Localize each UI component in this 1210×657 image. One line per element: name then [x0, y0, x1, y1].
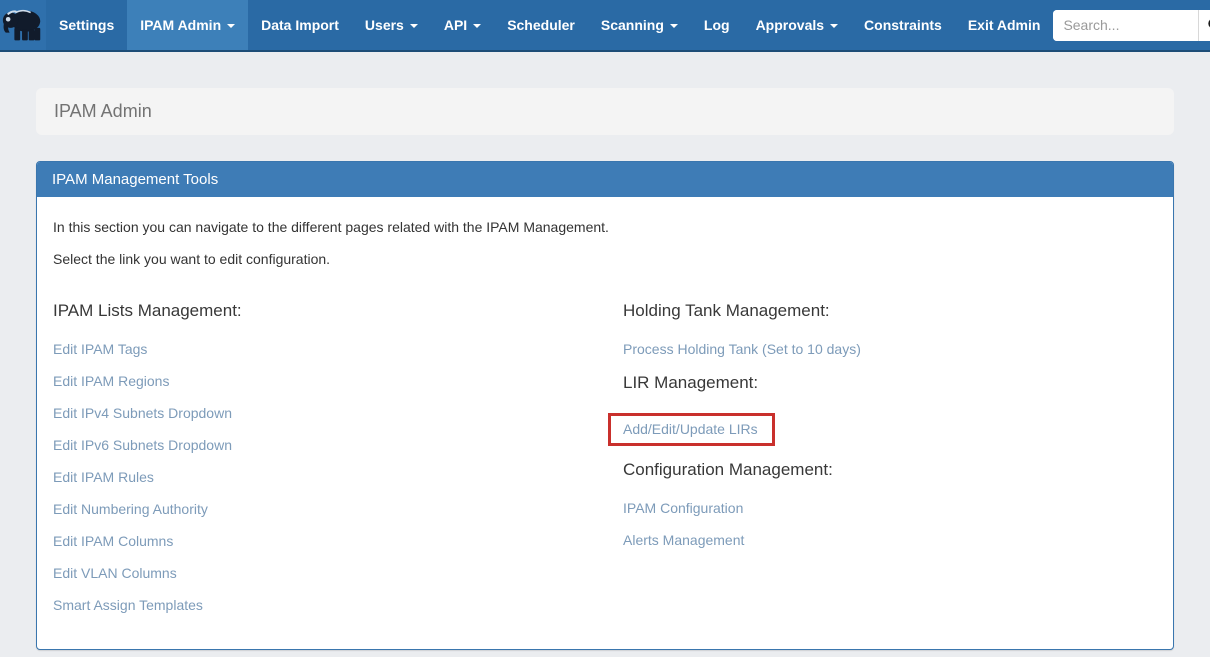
section-heading-configuration: Configuration Management: — [623, 460, 1157, 480]
nav-item-log[interactable]: Log — [691, 0, 743, 50]
caret-down-icon — [473, 24, 481, 28]
link-edit-ipam-regions[interactable]: Edit IPAM Regions — [53, 373, 169, 389]
search-button[interactable] — [1198, 10, 1210, 41]
search-input[interactable] — [1053, 10, 1198, 41]
nav-item-label: IPAM Admin — [140, 17, 221, 33]
top-navbar: Settings IPAM Admin Data Import Users AP… — [0, 0, 1210, 52]
nav-item-label: Approvals — [756, 17, 824, 33]
caret-down-icon — [227, 24, 235, 28]
ipam-lists-management-section: IPAM Lists Management: Edit IPAM Tags Ed… — [53, 301, 623, 629]
caret-down-icon — [410, 24, 418, 28]
search-group — [1053, 10, 1210, 41]
nav-item-approvals[interactable]: Approvals — [743, 0, 851, 50]
nav-item-label: Scheduler — [507, 17, 575, 33]
page-title: IPAM Admin — [54, 101, 152, 122]
panel-heading: IPAM Management Tools — [37, 162, 1173, 197]
nav-item-scanning[interactable]: Scanning — [588, 0, 691, 50]
nav-item-label: Log — [704, 17, 730, 33]
page-container: IPAM Admin IPAM Management Tools In this… — [36, 88, 1174, 650]
link-alerts-management[interactable]: Alerts Management — [623, 532, 744, 548]
nav-item-exit-admin[interactable]: Exit Admin — [955, 0, 1054, 50]
nav-item-label: Exit Admin — [968, 17, 1041, 33]
nav-item-label: Settings — [59, 17, 114, 33]
ipam-management-tools-panel: IPAM Management Tools In this section yo… — [36, 161, 1174, 650]
link-columns: IPAM Lists Management: Edit IPAM Tags Ed… — [53, 301, 1157, 629]
nav-item-label: Users — [365, 17, 404, 33]
caret-down-icon — [830, 24, 838, 28]
nav-item-users[interactable]: Users — [352, 0, 431, 50]
section-heading-ipam-lists: IPAM Lists Management: — [53, 301, 623, 321]
nav-item-settings[interactable]: Settings — [46, 0, 127, 50]
navbar-right-tools — [1053, 0, 1210, 50]
nav-item-label: Scanning — [601, 17, 664, 33]
intro-text-2: Select the link you want to edit configu… — [53, 251, 1157, 267]
right-management-sections: Holding Tank Management: Process Holding… — [623, 301, 1157, 629]
panel-body: In this section you can navigate to the … — [37, 197, 1173, 649]
nav-item-constraints[interactable]: Constraints — [851, 0, 955, 50]
link-add-edit-update-lirs[interactable]: Add/Edit/Update LIRs — [623, 421, 758, 437]
link-edit-ipam-columns[interactable]: Edit IPAM Columns — [53, 533, 173, 549]
link-edit-vlan-columns[interactable]: Edit VLAN Columns — [53, 565, 177, 581]
link-process-holding-tank[interactable]: Process Holding Tank (Set to 10 days) — [623, 341, 861, 357]
link-edit-ipam-tags[interactable]: Edit IPAM Tags — [53, 341, 147, 357]
link-smart-assign-templates[interactable]: Smart Assign Templates — [53, 597, 203, 613]
link-edit-ipv4-subnets-dropdown[interactable]: Edit IPv4 Subnets Dropdown — [53, 405, 232, 421]
link-edit-ipv6-subnets-dropdown[interactable]: Edit IPv6 Subnets Dropdown — [53, 437, 232, 453]
nav-item-label: API — [444, 17, 467, 33]
page-title-bar: IPAM Admin — [36, 88, 1174, 135]
nav-item-scheduler[interactable]: Scheduler — [494, 0, 588, 50]
nav-item-label: Data Import — [261, 17, 339, 33]
intro-text-1: In this section you can navigate to the … — [53, 219, 1157, 235]
nav-item-api[interactable]: API — [431, 0, 494, 50]
link-ipam-configuration[interactable]: IPAM Configuration — [623, 500, 743, 516]
nav-item-label: Constraints — [864, 17, 942, 33]
link-edit-ipam-rules[interactable]: Edit IPAM Rules — [53, 469, 154, 485]
nav-item-data-import[interactable]: Data Import — [248, 0, 352, 50]
app-logo[interactable] — [0, 0, 46, 50]
link-edit-numbering-authority[interactable]: Edit Numbering Authority — [53, 501, 208, 517]
section-heading-lir: LIR Management: — [623, 373, 1157, 393]
highlight-box: Add/Edit/Update LIRs — [608, 413, 775, 446]
nav-item-ipam-admin[interactable]: IPAM Admin — [127, 0, 248, 50]
section-heading-holding-tank: Holding Tank Management: — [623, 301, 1157, 321]
caret-down-icon — [670, 24, 678, 28]
mammoth-logo-icon — [0, 6, 46, 44]
